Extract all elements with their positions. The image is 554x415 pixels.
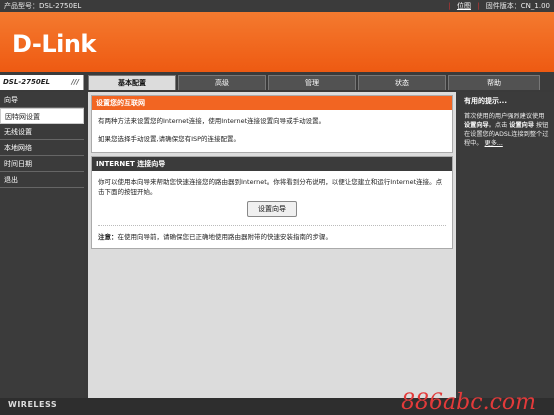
sidebar-item-time-date[interactable]: 时间日期 <box>0 156 84 172</box>
help-column: 有用的提示... 首次使用的用户强烈建议使用 设置向导。点击 设置向导 按钮在设… <box>460 92 554 398</box>
help-title: 有用的提示... <box>464 97 507 105</box>
internet-setup-panel: 设置您的互联网 有两种方法来设置您的Internet连接，使用Internet连… <box>91 95 453 153</box>
panel-body: 有两种方法来设置您的Internet连接，使用Internet连接设置向导或手动… <box>92 110 452 152</box>
separator: | <box>448 2 451 10</box>
sidebar-item-wireless-setup[interactable]: 无线设置 <box>0 124 84 140</box>
nav-row: DSL-2750EL /// 基本配置 高级 管理 状态 帮助 <box>0 72 554 90</box>
help-bold: 设置向导 <box>509 122 535 129</box>
separator: | <box>477 2 480 10</box>
more-link[interactable]: 更多... <box>485 140 503 147</box>
tab-management[interactable]: 管理 <box>268 75 356 90</box>
product-model: 产品型号：DSL-2750EL <box>4 2 82 10</box>
panel-body: 你可以使用本向导来帮助您快速连接您的路由器到Internet。你将看到分布说明，… <box>92 171 452 248</box>
footer-label: WIRELESS <box>8 400 58 409</box>
sidebar-item-logout[interactable]: 退出 <box>0 172 84 188</box>
note: 注意：在使用向导前，请确保您已正确地使用路由器附带的快速安装指南的步骤。 <box>98 225 446 242</box>
setup-wizard-button[interactable]: 设置向导 <box>247 201 297 217</box>
firmware-version: 固件版本：CN_1.00 <box>485 2 550 10</box>
top-right-info: | 位图 | 固件版本：CN_1.00 <box>444 0 550 12</box>
slashes-decoration: /// <box>71 78 79 86</box>
watermark: 886abc.com <box>401 390 536 415</box>
model-tab-label: DSL-2750EL <box>3 78 50 86</box>
header-banner: D-Link <box>0 12 554 72</box>
main-tabs: 基本配置 高级 管理 状态 帮助 <box>88 75 542 90</box>
sidebar-item-internet-setup[interactable]: 因特网设置 <box>0 108 84 124</box>
dlink-logo: D-Link <box>12 30 96 58</box>
panel-text: 如果您选择手动设置,请确保您有ISP的连接配置。 <box>98 135 241 143</box>
footer: WIRELESS 886abc.com <box>0 390 554 415</box>
panel-title: 设置您的互联网 <box>92 96 452 110</box>
button-wrap: 设置向导 <box>98 201 446 217</box>
tab-basic-setup[interactable]: 基本配置 <box>88 75 176 90</box>
tab-advanced[interactable]: 高级 <box>178 75 266 90</box>
panel-text: 你可以使用本向导来帮助您快速连接您的路由器到Internet。你将看到分布说明，… <box>98 178 443 196</box>
tab-help[interactable]: 帮助 <box>448 75 540 90</box>
sidebar: 向导 因特网设置 无线设置 本地网络 时间日期 退出 <box>0 92 84 398</box>
connection-wizard-panel: INTERNET 连接向导 你可以使用本向导来帮助您快速连接您的路由器到Inte… <box>91 156 453 249</box>
help-text-part: 。点击 <box>488 122 508 129</box>
location-link[interactable]: 位图 <box>457 2 471 10</box>
sidebar-item-local-network[interactable]: 本地网络 <box>0 140 84 156</box>
help-bold: 设置向导 <box>464 122 489 129</box>
top-info-bar: 产品型号：DSL-2750EL | 位图 | 固件版本：CN_1.00 <box>0 0 554 12</box>
model-tab: DSL-2750EL /// <box>0 75 84 90</box>
panel-text: 有两种方法来设置您的Internet连接，使用Internet连接设置向导或手动… <box>98 117 326 125</box>
help-text: 首次使用的用户强烈建议使用 设置向导。点击 设置向导 按钮在设置您的ADSL连接… <box>464 112 550 148</box>
help-text-part: 首次使用的用户强烈建议使用 <box>464 113 545 120</box>
note-label: 注意： <box>98 233 118 241</box>
note-text: 在使用向导前，请确保您已正确地使用路由器附带的快速安装指南的步骤。 <box>117 233 333 241</box>
sidebar-item-wizard[interactable]: 向导 <box>0 92 84 108</box>
main-content: 设置您的互联网 有两种方法来设置您的Internet连接，使用Internet连… <box>88 92 456 398</box>
panel-title: INTERNET 连接向导 <box>92 157 452 171</box>
tab-status[interactable]: 状态 <box>358 75 446 90</box>
